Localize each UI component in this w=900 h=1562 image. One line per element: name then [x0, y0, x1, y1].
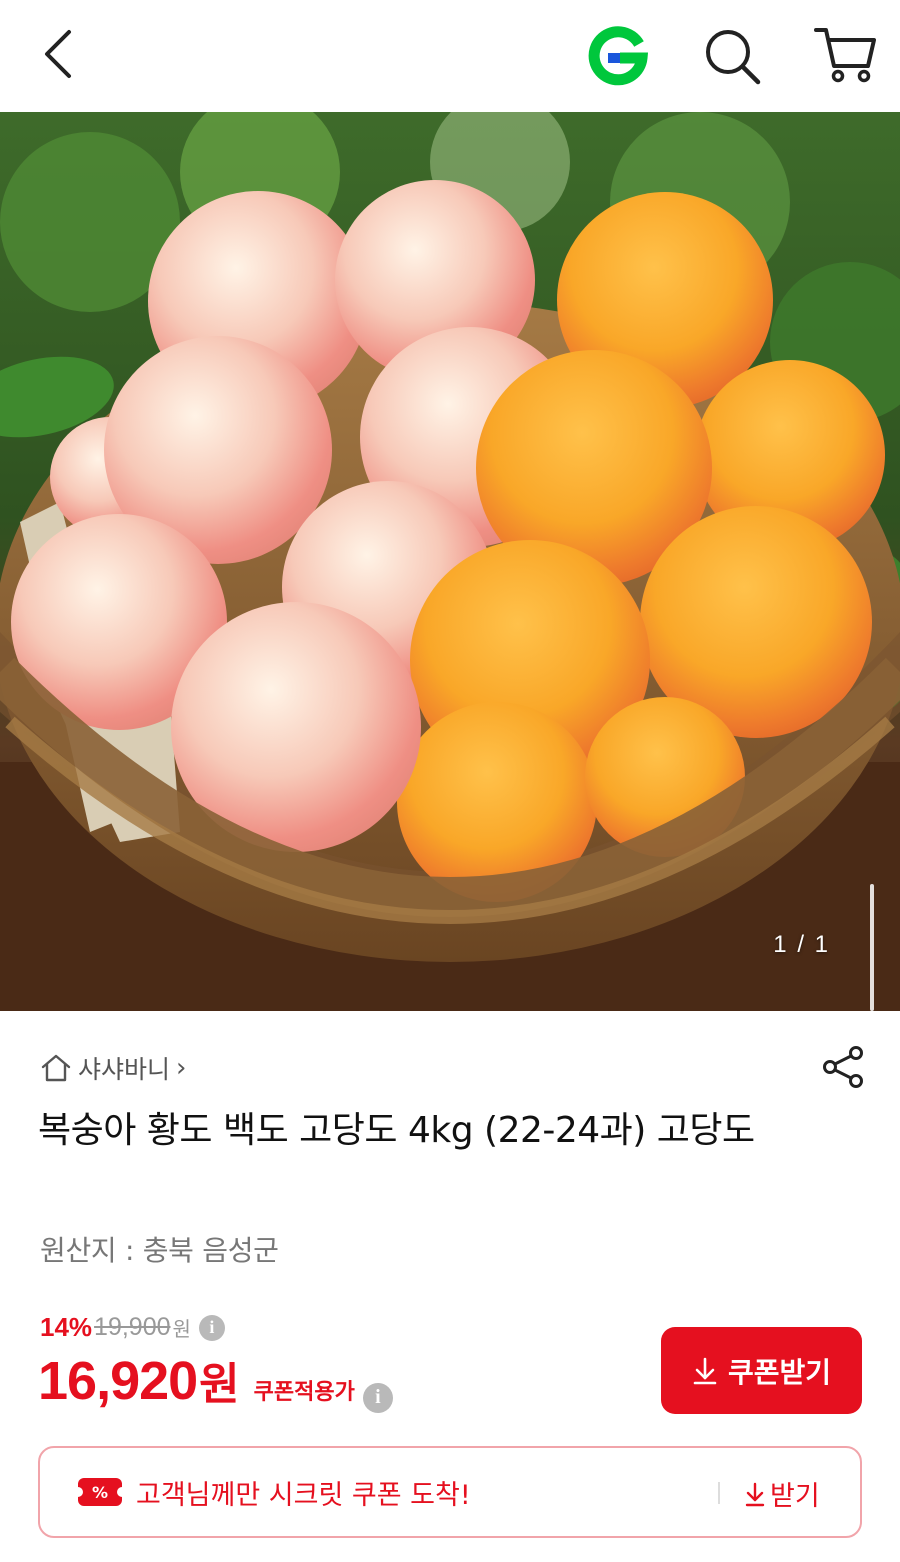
secret-coupon-message: 고객님께만 시크릿 쿠폰 도착!	[136, 1479, 471, 1511]
gmarket-g-logo[interactable]	[586, 24, 650, 88]
download-arrow-icon	[745, 1482, 765, 1506]
product-image-carousel[interactable]: 1 / 1	[0, 112, 900, 1011]
divider	[718, 1482, 720, 1504]
seller-link[interactable]: 샤샤바니 ›	[40, 1048, 186, 1088]
secret-coupon-banner[interactable]: % 고객님께만 시크릿 쿠폰 도착! 받기	[38, 1446, 862, 1538]
coupon-price-info-icon[interactable]: i	[362, 1382, 393, 1413]
sale-price: 16,920	[38, 1351, 198, 1411]
receive-coupon-button[interactable]: 받기	[744, 1474, 820, 1513]
download-arrow-icon	[693, 1357, 717, 1384]
cart-icon[interactable]	[812, 22, 878, 88]
home-icon	[41, 1054, 71, 1082]
product-origin: 원산지 : 충북 음성군	[40, 1234, 279, 1267]
sale-price-row: 16,920 원 쿠폰적용가 i	[38, 1348, 393, 1413]
original-price: 19,900	[94, 1313, 171, 1341]
share-icon[interactable]	[820, 1044, 866, 1090]
price-info-icon[interactable]: i	[198, 1314, 225, 1341]
get-coupon-label: 쿠폰받기	[727, 1355, 832, 1389]
sale-price-unit: 원	[199, 1359, 240, 1410]
receive-coupon-label: 받기	[770, 1481, 820, 1512]
get-coupon-button[interactable]: 쿠폰받기	[661, 1327, 862, 1414]
product-title: 복숭아 황도 백도 고당도 4kg (22-24과) 고당도	[38, 1110, 755, 1151]
scroll-indicator	[870, 884, 874, 1011]
discount-percent: 14%	[40, 1312, 93, 1342]
top-app-bar	[0, 0, 900, 112]
chevron-right-icon: ›	[176, 1053, 187, 1083]
seller-name: 샤샤바니	[78, 1055, 171, 1084]
back-button[interactable]	[28, 22, 88, 86]
original-price-unit: 원	[172, 1317, 191, 1341]
coupon-price-label: 쿠폰적용가	[253, 1380, 355, 1405]
search-icon[interactable]	[700, 24, 764, 88]
peach-basket-photo	[0, 112, 900, 1011]
coupon-tag-icon: %	[73, 1478, 127, 1506]
original-price-row: 14% 19,900 원 i	[40, 1312, 225, 1343]
image-counter: 1 / 1	[773, 931, 830, 958]
chevron-left-icon	[45, 30, 71, 78]
